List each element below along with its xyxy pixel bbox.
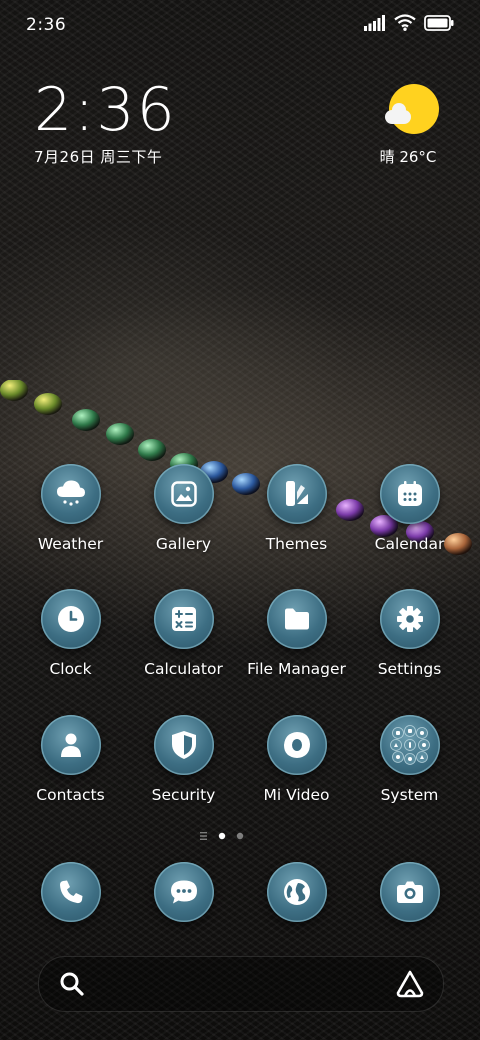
page-dot-active — [218, 832, 226, 840]
app-themes[interactable]: Themes — [240, 464, 353, 553]
assistant-icon[interactable] — [395, 969, 425, 1003]
app-label: Themes — [265, 535, 328, 553]
app-label: Contacts — [36, 786, 105, 804]
folder-icon — [266, 589, 327, 649]
page-dot — [236, 832, 244, 840]
person-icon — [40, 715, 101, 775]
calculator-icon — [153, 589, 214, 649]
weather-widget-text: 晴 26°C — [379, 148, 437, 166]
clock-widget-time: 2:36 — [34, 75, 177, 145]
app-contacts[interactable]: Contacts — [14, 715, 127, 804]
battery-icon — [424, 14, 454, 31]
app-file-manager[interactable]: File Manager — [240, 589, 353, 678]
video-play-icon — [266, 715, 327, 775]
clock-icon — [40, 589, 101, 649]
dock-phone[interactable] — [14, 862, 127, 922]
app-label: Calculator — [144, 660, 223, 678]
page-indicator[interactable] — [200, 829, 250, 843]
app-label: Gallery — [155, 535, 212, 553]
app-label: Settings — [377, 660, 442, 678]
clock-widget[interactable]: 2:36 7月26日 周三下午 — [34, 78, 177, 167]
app-label: File Manager — [247, 660, 346, 678]
app-security[interactable]: Security — [127, 715, 240, 804]
clock-widget-date: 7月26日 周三下午 — [34, 148, 163, 166]
brush-icon — [266, 464, 327, 524]
phone-icon — [40, 862, 101, 922]
app-mi-video[interactable]: Mi Video — [240, 715, 353, 804]
gear-icon — [379, 589, 440, 649]
wifi-icon — [394, 14, 416, 31]
status-icons — [364, 14, 454, 31]
messages-icon — [153, 862, 214, 922]
folder-grid-icon — [379, 715, 440, 775]
app-label: Clock — [49, 660, 92, 678]
app-label: Mi Video — [263, 786, 330, 804]
menu-lines-icon — [200, 832, 207, 840]
app-label: Security — [151, 786, 216, 804]
app-settings[interactable]: Settings — [353, 589, 466, 678]
app-calculator[interactable]: Calculator — [127, 589, 240, 678]
camera-icon — [379, 862, 440, 922]
search-icon — [59, 971, 85, 1001]
app-label: Calendar — [374, 535, 445, 553]
image-icon — [153, 464, 214, 524]
app-gallery[interactable]: Gallery — [127, 464, 240, 553]
shield-icon — [153, 715, 214, 775]
browser-globe-icon — [266, 862, 327, 922]
app-label: System — [380, 786, 439, 804]
app-calendar[interactable]: Calendar — [353, 464, 466, 553]
dock-browser[interactable] — [240, 862, 353, 922]
search-bar[interactable] — [38, 956, 444, 1012]
status-time: 2:36 — [26, 15, 67, 35]
status-bar: 2:36 — [0, 0, 480, 50]
app-clock[interactable]: Clock — [14, 589, 127, 678]
dock-camera[interactable] — [353, 862, 466, 922]
dock-messages[interactable] — [127, 862, 240, 922]
app-label: Weather — [37, 535, 104, 553]
signal-icon — [364, 14, 385, 31]
weather-cloud-icon — [40, 464, 101, 524]
calendar-icon — [379, 464, 440, 524]
app-system-folder[interactable]: System — [353, 715, 466, 804]
weather-widget[interactable]: 晴 26°C — [380, 84, 444, 167]
app-weather[interactable]: Weather — [14, 464, 127, 553]
sun-cloud-icon — [385, 84, 439, 134]
